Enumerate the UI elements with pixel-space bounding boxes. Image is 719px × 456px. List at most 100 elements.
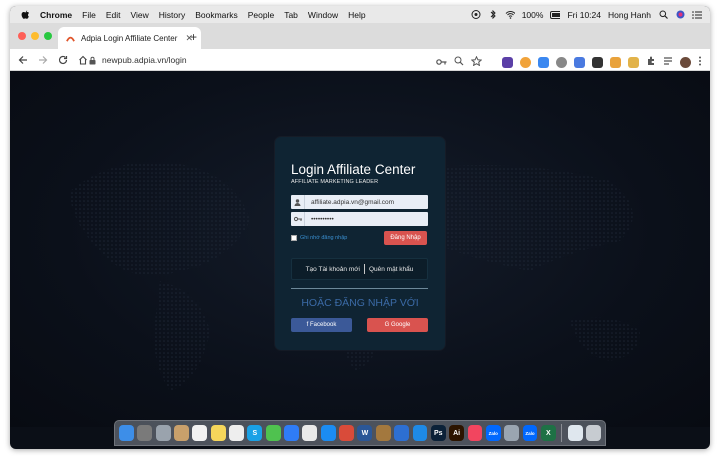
dock-app-tool-red-icon[interactable] <box>339 425 354 441</box>
apple-icon[interactable] <box>20 10 30 20</box>
tab-adpia-login[interactable]: Adpia Login Affiliate Center ✕ <box>58 27 201 49</box>
wifi-icon[interactable] <box>505 10 515 19</box>
browser-toolbar: newpub.adpia.vn/login <box>10 49 710 71</box>
dock-app-screenshot-icon[interactable] <box>504 425 520 441</box>
window-controls <box>18 32 52 40</box>
menu-tab[interactable]: Tab <box>284 10 298 20</box>
lock-icon[interactable] <box>88 56 97 65</box>
menu-edit[interactable]: Edit <box>106 10 121 20</box>
menu-people[interactable]: People <box>248 10 274 20</box>
login-page: Login Affiliate Center AFFILIATE MARKETI… <box>10 71 710 427</box>
tab-strip: Adpia Login Affiliate Center ✕ + <box>10 23 710 49</box>
login-button[interactable]: Đăng Nhập <box>384 231 427 245</box>
home-icon[interactable] <box>78 55 88 65</box>
battery-percent: 100% <box>521 9 544 20</box>
extension-blue-icon[interactable] <box>538 56 549 68</box>
dock-app-messenger-icon[interactable] <box>284 425 299 441</box>
dock-app-finder-icon[interactable] <box>119 425 134 441</box>
dock-app-app-store-icon[interactable] <box>320 425 336 441</box>
extension-gray-icon[interactable] <box>556 56 567 68</box>
zoom-icon[interactable] <box>454 53 464 71</box>
dock-app-zalo-2-icon[interactable]: Zalo <box>522 425 538 441</box>
google-login-button[interactable]: G Google <box>367 318 428 332</box>
remember-me-label[interactable]: Ghi nhớ đăng nhập <box>300 235 347 241</box>
url-text[interactable]: newpub.adpia.vn/login <box>102 55 187 65</box>
remember-me[interactable]: Ghi nhớ đăng nhập <box>291 235 347 241</box>
menu-user-name[interactable]: Hong Hanh <box>608 10 651 20</box>
dock-app-calendar-icon[interactable] <box>192 425 208 441</box>
menu-window[interactable]: Window <box>308 10 338 20</box>
extension-badge-icon[interactable] <box>628 56 639 68</box>
translate-extension-icon[interactable] <box>574 56 585 68</box>
create-account-link[interactable]: Tạo Tài khoản mới <box>306 266 360 273</box>
dock-app-illustrator-icon[interactable]: Ai <box>449 425 465 441</box>
dock-app-safari-icon[interactable] <box>412 425 428 441</box>
email-value[interactable]: affiliate.adpia.vn@gmail.com <box>305 199 394 206</box>
menu-view[interactable]: View <box>130 10 148 20</box>
reload-icon[interactable] <box>58 55 68 65</box>
bluetooth-icon[interactable] <box>488 10 498 19</box>
dock-app-folder-icon[interactable] <box>567 425 583 441</box>
battery-icon[interactable] <box>550 10 561 19</box>
key-icon[interactable] <box>436 53 447 71</box>
reading-list-icon[interactable] <box>663 53 673 71</box>
account-links: Tạo Tài khoản mới Quên mật khẩu <box>291 258 428 280</box>
profile-avatar[interactable] <box>680 56 691 68</box>
dock-app-launchpad-icon[interactable] <box>137 425 153 441</box>
menu-history[interactable]: History <box>159 10 185 20</box>
password-value[interactable]: •••••••••• <box>305 216 334 223</box>
dock-app-reminders-icon[interactable] <box>229 425 244 441</box>
divider-line <box>291 288 428 289</box>
extension-sun-icon[interactable] <box>520 56 531 68</box>
email-field[interactable]: affiliate.adpia.vn@gmail.com <box>291 195 428 209</box>
siri-icon[interactable] <box>675 10 685 19</box>
dock-app-zalo-icon[interactable]: Zalo <box>485 425 501 441</box>
back-arrow-icon[interactable] <box>18 55 28 65</box>
dock-app-preview-icon[interactable] <box>394 425 409 441</box>
adpia-favicon-icon <box>66 36 75 42</box>
new-tab-button[interactable]: + <box>190 31 197 43</box>
notification-center-icon[interactable] <box>692 10 702 19</box>
facebook-login-button[interactable]: f Facebook <box>291 318 352 332</box>
links-separator <box>363 264 365 274</box>
dock-app-safari-alt-icon[interactable] <box>155 425 171 441</box>
login-card: Login Affiliate Center AFFILIATE MARKETI… <box>275 137 445 350</box>
tab-title: Adpia Login Affiliate Center <box>81 33 178 43</box>
browser-window: Chrome File Edit View History Bookmarks … <box>10 6 710 449</box>
browser-menu-icon[interactable] <box>698 53 702 71</box>
password-field[interactable]: •••••••••• <box>291 212 428 226</box>
extension-user-icon[interactable] <box>592 56 603 68</box>
mac-dock: S W Ps Ai Zalo Zalo X <box>114 420 606 446</box>
menu-bookmarks[interactable]: Bookmarks <box>195 10 238 20</box>
close-window-button[interactable] <box>18 32 26 40</box>
dock-app-photoshop-icon[interactable]: Ps <box>430 425 446 441</box>
dock-app-contacts-icon[interactable] <box>174 425 189 441</box>
dock-app-notebook-icon[interactable] <box>375 425 391 441</box>
dock-app-photos-icon[interactable] <box>302 425 318 441</box>
menu-help[interactable]: Help <box>348 10 365 20</box>
forward-arrow-icon[interactable] <box>38 55 48 65</box>
dock-separator <box>561 424 563 442</box>
extension-purple-icon[interactable] <box>502 56 513 68</box>
remember-me-checkbox[interactable] <box>291 235 297 241</box>
spotlight-search-icon[interactable] <box>658 10 668 19</box>
menu-bar-status: 100% Fri 10:24 Hong Hanh <box>471 10 710 20</box>
dock-app-excel-icon[interactable]: X <box>540 425 556 441</box>
menu-clock[interactable]: Fri 10:24 <box>567 10 601 20</box>
menu-app-name[interactable]: Chrome <box>40 10 72 20</box>
extension-orange-icon[interactable] <box>610 56 621 68</box>
key-icon <box>291 212 305 226</box>
status-circle-icon[interactable] <box>471 10 481 19</box>
forgot-password-link[interactable]: Quên mật khẩu <box>369 266 413 273</box>
dock-app-notes-icon[interactable] <box>210 425 226 441</box>
minimize-window-button[interactable] <box>31 32 39 40</box>
menu-file[interactable]: File <box>82 10 96 20</box>
dock-app-messages-icon[interactable] <box>265 425 281 441</box>
maximize-window-button[interactable] <box>44 32 52 40</box>
extensions-puzzle-icon[interactable] <box>646 53 656 71</box>
dock-app-skype-icon[interactable]: S <box>247 425 263 441</box>
bookmark-star-icon[interactable] <box>470 53 483 71</box>
dock-app-word-icon[interactable]: W <box>357 425 373 441</box>
dock-app-trash-icon[interactable] <box>586 425 601 441</box>
dock-app-music-icon[interactable] <box>467 425 483 441</box>
